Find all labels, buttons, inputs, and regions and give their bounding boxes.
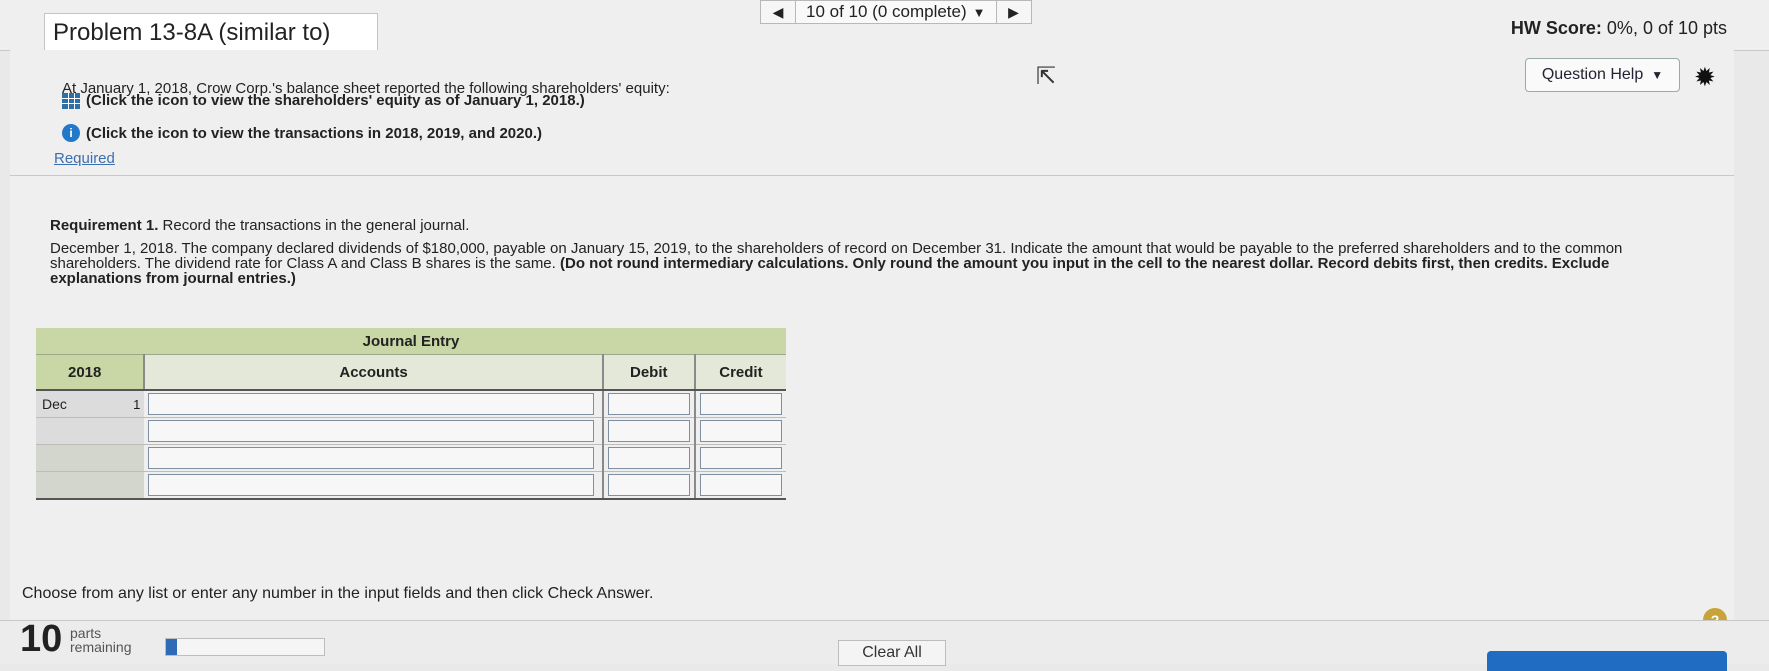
parts-remaining-count: 10 bbox=[20, 618, 63, 660]
credit-field[interactable] bbox=[699, 474, 782, 496]
required-link[interactable]: Required bbox=[54, 150, 115, 167]
chevron-down-icon: ▼ bbox=[972, 4, 986, 20]
problem-title-tab: Problem 13-8A (similar to) bbox=[44, 13, 378, 51]
clear-all-button[interactable]: Clear All bbox=[838, 640, 946, 666]
requirement-label: Requirement 1. bbox=[50, 217, 159, 234]
credit-field[interactable] bbox=[699, 447, 782, 469]
account-field[interactable] bbox=[148, 393, 595, 415]
debit-field[interactable] bbox=[607, 393, 690, 415]
date-cell bbox=[36, 444, 131, 472]
question-position-label: 10 of 10 (0 complete) bbox=[806, 2, 967, 21]
day-cell bbox=[130, 471, 145, 500]
date-day: 1 bbox=[130, 390, 145, 418]
transactions-link[interactable]: i (Click the icon to view the transactio… bbox=[62, 124, 542, 142]
account-field[interactable] bbox=[148, 447, 595, 469]
info-icon[interactable]: i bbox=[62, 124, 80, 142]
parts-label-line1: parts bbox=[70, 625, 102, 641]
mouse-cursor-icon: ⇱ bbox=[1036, 63, 1057, 90]
next-question-button[interactable]: ▶ bbox=[995, 0, 1032, 24]
date-cell bbox=[36, 417, 131, 445]
equity-data-link[interactable]: (Click the icon to view the shareholders… bbox=[62, 92, 585, 109]
credit-header: Credit bbox=[694, 354, 786, 391]
check-answer-button[interactable] bbox=[1487, 651, 1727, 671]
date-month: Dec bbox=[36, 390, 131, 418]
account-field[interactable] bbox=[148, 474, 595, 496]
divider bbox=[10, 175, 1734, 176]
chevron-down-icon: ▼ bbox=[1651, 68, 1664, 82]
date-cell bbox=[36, 471, 131, 500]
journal-entry-caption: Journal Entry bbox=[36, 328, 786, 355]
day-cell bbox=[130, 444, 145, 472]
journal-entry-table: Journal Entry 2018 Accounts Debit Credit… bbox=[36, 328, 786, 500]
parts-label-line2: remaining bbox=[70, 639, 132, 655]
triangle-left-icon: ◀ bbox=[772, 3, 784, 20]
parts-progress-bar bbox=[165, 638, 325, 656]
hw-score: HW Score: 0%, 0 of 10 pts bbox=[1511, 18, 1727, 39]
transactions-link-text: (Click the icon to view the transactions… bbox=[86, 124, 542, 142]
credit-field[interactable] bbox=[699, 420, 782, 442]
requirement-text: Record the transactions in the general j… bbox=[158, 217, 470, 234]
hw-score-label: HW Score: bbox=[1510, 18, 1602, 38]
table-row bbox=[36, 417, 786, 445]
question-selector[interactable]: 10 of 10 (0 complete) ▼ bbox=[796, 0, 996, 24]
gear-icon[interactable]: ✹ bbox=[1694, 62, 1716, 93]
table-row: Dec 1 bbox=[36, 390, 786, 418]
answer-instruction: Choose from any list or enter any number… bbox=[22, 585, 654, 602]
triangle-right-icon: ▶ bbox=[1008, 3, 1019, 20]
equity-data-link-text: (Click the icon to view the shareholders… bbox=[86, 92, 585, 109]
question-help-button[interactable]: Question Help ▼ bbox=[1525, 58, 1680, 92]
day-cell bbox=[130, 417, 145, 445]
table-row bbox=[36, 444, 786, 472]
page-title: Problem 13-8A (similar to) bbox=[53, 18, 331, 46]
accounts-header: Accounts bbox=[144, 354, 604, 391]
table-row bbox=[36, 471, 786, 500]
previous-question-button[interactable]: ◀ bbox=[760, 0, 796, 24]
question-help-label: Question Help bbox=[1541, 66, 1644, 83]
debit-header: Debit bbox=[602, 354, 696, 391]
credit-field[interactable] bbox=[699, 393, 782, 415]
parts-remaining-label: parts remaining bbox=[70, 626, 131, 654]
progress-fill bbox=[166, 639, 178, 655]
debit-field[interactable] bbox=[607, 447, 690, 469]
debit-field[interactable] bbox=[607, 474, 690, 496]
question-nav: ◀ 10 of 10 (0 complete) ▼ ▶ bbox=[760, 0, 1032, 24]
requirement-heading: Requirement 1. Record the transactions i… bbox=[50, 217, 469, 234]
requirement-instructions: December 1, 2018. The company declared d… bbox=[50, 241, 1700, 286]
year-header: 2018 bbox=[36, 354, 146, 391]
account-field[interactable] bbox=[148, 420, 595, 442]
hw-score-value: 0%, 0 of 10 pts bbox=[1606, 18, 1727, 38]
data-table-icon[interactable] bbox=[62, 92, 80, 109]
debit-field[interactable] bbox=[607, 420, 690, 442]
